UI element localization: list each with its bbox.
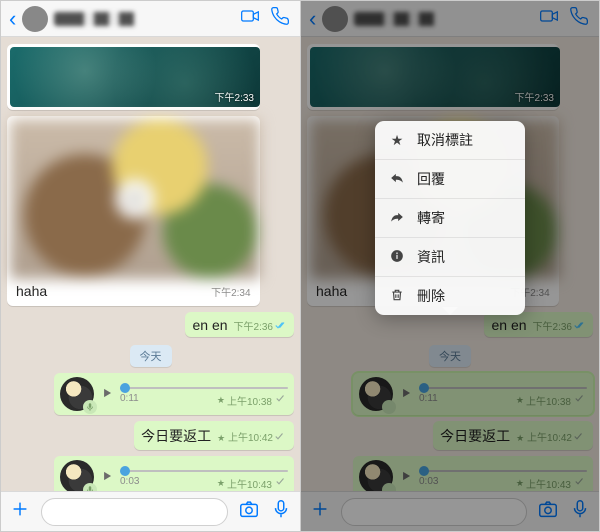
image-caption: haha: [16, 283, 47, 299]
date-separator: 今天: [130, 345, 172, 367]
message-meta: ★ 上午10:43: [217, 476, 288, 491]
text-message-out-2[interactable]: 今日要返工 ★ 上午10:42: [134, 421, 294, 450]
voice-call-icon[interactable]: [268, 6, 292, 31]
image-message-wallpaper[interactable]: 下午2:33: [7, 44, 260, 110]
video-call-icon[interactable]: [238, 6, 262, 31]
star-icon: ★: [389, 132, 405, 149]
compose-bar: [1, 491, 300, 531]
attach-icon[interactable]: [9, 498, 31, 525]
voice-duration: 0:03: [120, 476, 139, 491]
menu-forward[interactable]: 轉寄: [375, 199, 525, 238]
contact-name-blurred[interactable]: [54, 12, 232, 26]
scrubber-dot[interactable]: [120, 383, 130, 393]
message-time: 下午2:34: [211, 284, 250, 299]
chat-header: ‹: [1, 1, 300, 37]
voice-track[interactable]: 0:11 ★ 上午10:38: [120, 381, 288, 408]
message-text: en en: [192, 317, 227, 333]
message-time: 下午2:36: [234, 318, 287, 333]
play-icon[interactable]: [100, 469, 114, 486]
image-message-food[interactable]: haha 下午2:34: [7, 116, 260, 306]
info-icon: [389, 249, 405, 266]
menu-info[interactable]: 資訊: [375, 238, 525, 277]
comparison-frame: ‹ 下午2:33 haha 下午2:34 en en 下午2:36 今天: [0, 0, 600, 532]
message-input[interactable]: [41, 498, 228, 526]
chat-screen-normal: ‹ 下午2:33 haha 下午2:34 en en 下午2:36 今天: [1, 1, 300, 531]
contact-avatar[interactable]: [22, 6, 48, 32]
chat-screen-context-menu: ‹ 下午2:33 haha 下午2:34 en en 下午2:36 今天: [300, 1, 599, 531]
food-thumbnail-blurred: [10, 119, 260, 279]
play-icon[interactable]: [100, 386, 114, 403]
sender-avatar: [60, 460, 94, 491]
back-icon[interactable]: ‹: [9, 6, 16, 32]
camera-icon[interactable]: [238, 498, 260, 525]
message-time: 下午2:33: [215, 89, 254, 104]
mic-icon[interactable]: [270, 498, 292, 525]
voice-message-2[interactable]: 0:03 ★ 上午10:43: [54, 456, 294, 491]
reply-icon: [389, 171, 405, 188]
trash-icon: [389, 288, 405, 305]
text-message-out[interactable]: en en 下午2:36: [185, 312, 294, 337]
voice-track[interactable]: 0:03 ★ 上午10:43: [120, 464, 288, 491]
message-time: ★ 上午10:42: [217, 429, 287, 444]
voice-message-1[interactable]: 0:11 ★ 上午10:38: [54, 373, 294, 415]
message-list[interactable]: 下午2:33 haha 下午2:34 en en 下午2:36 今天 0:11: [1, 37, 300, 491]
read-ticks-icon: [275, 321, 287, 333]
wallpaper-thumbnail: 下午2:33: [10, 47, 260, 107]
menu-delete[interactable]: 刪除: [375, 277, 525, 315]
download-icon[interactable]: [115, 179, 155, 219]
forward-icon: [389, 210, 405, 227]
voice-duration: 0:11: [120, 393, 139, 408]
message-context-menu: ★取消標註 回覆 轉寄 資訊 刪除: [375, 121, 525, 315]
menu-unstar[interactable]: ★取消標註: [375, 121, 525, 160]
message-meta: ★ 上午10:38: [217, 393, 288, 408]
message-text: 今日要返工: [141, 426, 211, 446]
sender-avatar: [60, 377, 94, 411]
menu-reply[interactable]: 回覆: [375, 160, 525, 199]
scrubber-dot[interactable]: [120, 466, 130, 476]
